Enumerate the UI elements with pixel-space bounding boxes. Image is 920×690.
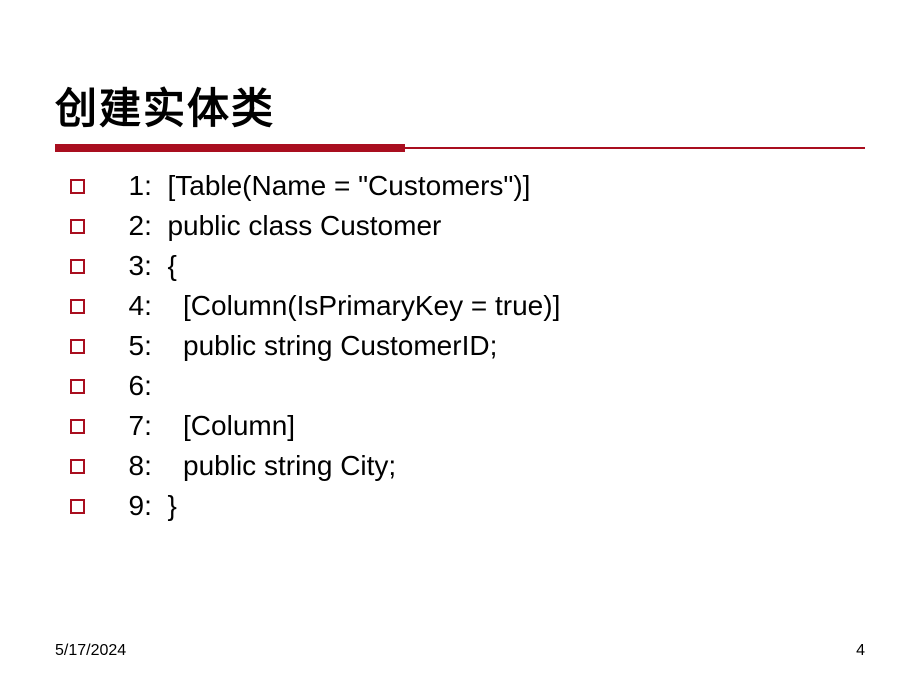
bullet-icon	[70, 339, 85, 354]
list-item: 7: [Column]	[70, 410, 865, 442]
bullet-icon	[70, 219, 85, 234]
slide: 创建实体类 1: [Table(Name = "Customers")] 2: …	[0, 0, 920, 690]
list-item: 2: public class Customer	[70, 210, 865, 242]
list-item: 5: public string CustomerID;	[70, 330, 865, 362]
footer: 5/17/2024 4	[55, 642, 865, 660]
list-item: 3: {	[70, 250, 865, 282]
code-line: 6:	[113, 370, 152, 402]
title-underline	[55, 144, 865, 152]
code-line: 3: {	[113, 250, 177, 282]
bullet-icon	[70, 499, 85, 514]
bullet-icon	[70, 299, 85, 314]
code-line: 7: [Column]	[113, 410, 295, 442]
list-item: 1: [Table(Name = "Customers")]	[70, 170, 865, 202]
list-item: 9: }	[70, 490, 865, 522]
code-line: 4: [Column(IsPrimaryKey = true)]	[113, 290, 560, 322]
underline-thick	[55, 144, 405, 152]
slide-title: 创建实体类	[55, 75, 865, 136]
code-list: 1: [Table(Name = "Customers")] 2: public…	[55, 170, 865, 522]
footer-date: 5/17/2024	[55, 642, 126, 660]
code-line: 8: public string City;	[113, 450, 396, 482]
list-item: 8: public string City;	[70, 450, 865, 482]
code-line: 2: public class Customer	[113, 210, 441, 242]
bullet-icon	[70, 419, 85, 434]
bullet-icon	[70, 459, 85, 474]
code-line: 1: [Table(Name = "Customers")]	[113, 170, 530, 202]
bullet-icon	[70, 379, 85, 394]
list-item: 6:	[70, 370, 865, 402]
bullet-icon	[70, 259, 85, 274]
list-item: 4: [Column(IsPrimaryKey = true)]	[70, 290, 865, 322]
footer-page: 4	[856, 642, 865, 660]
code-line: 5: public string CustomerID;	[113, 330, 497, 362]
bullet-icon	[70, 179, 85, 194]
code-line: 9: }	[113, 490, 177, 522]
